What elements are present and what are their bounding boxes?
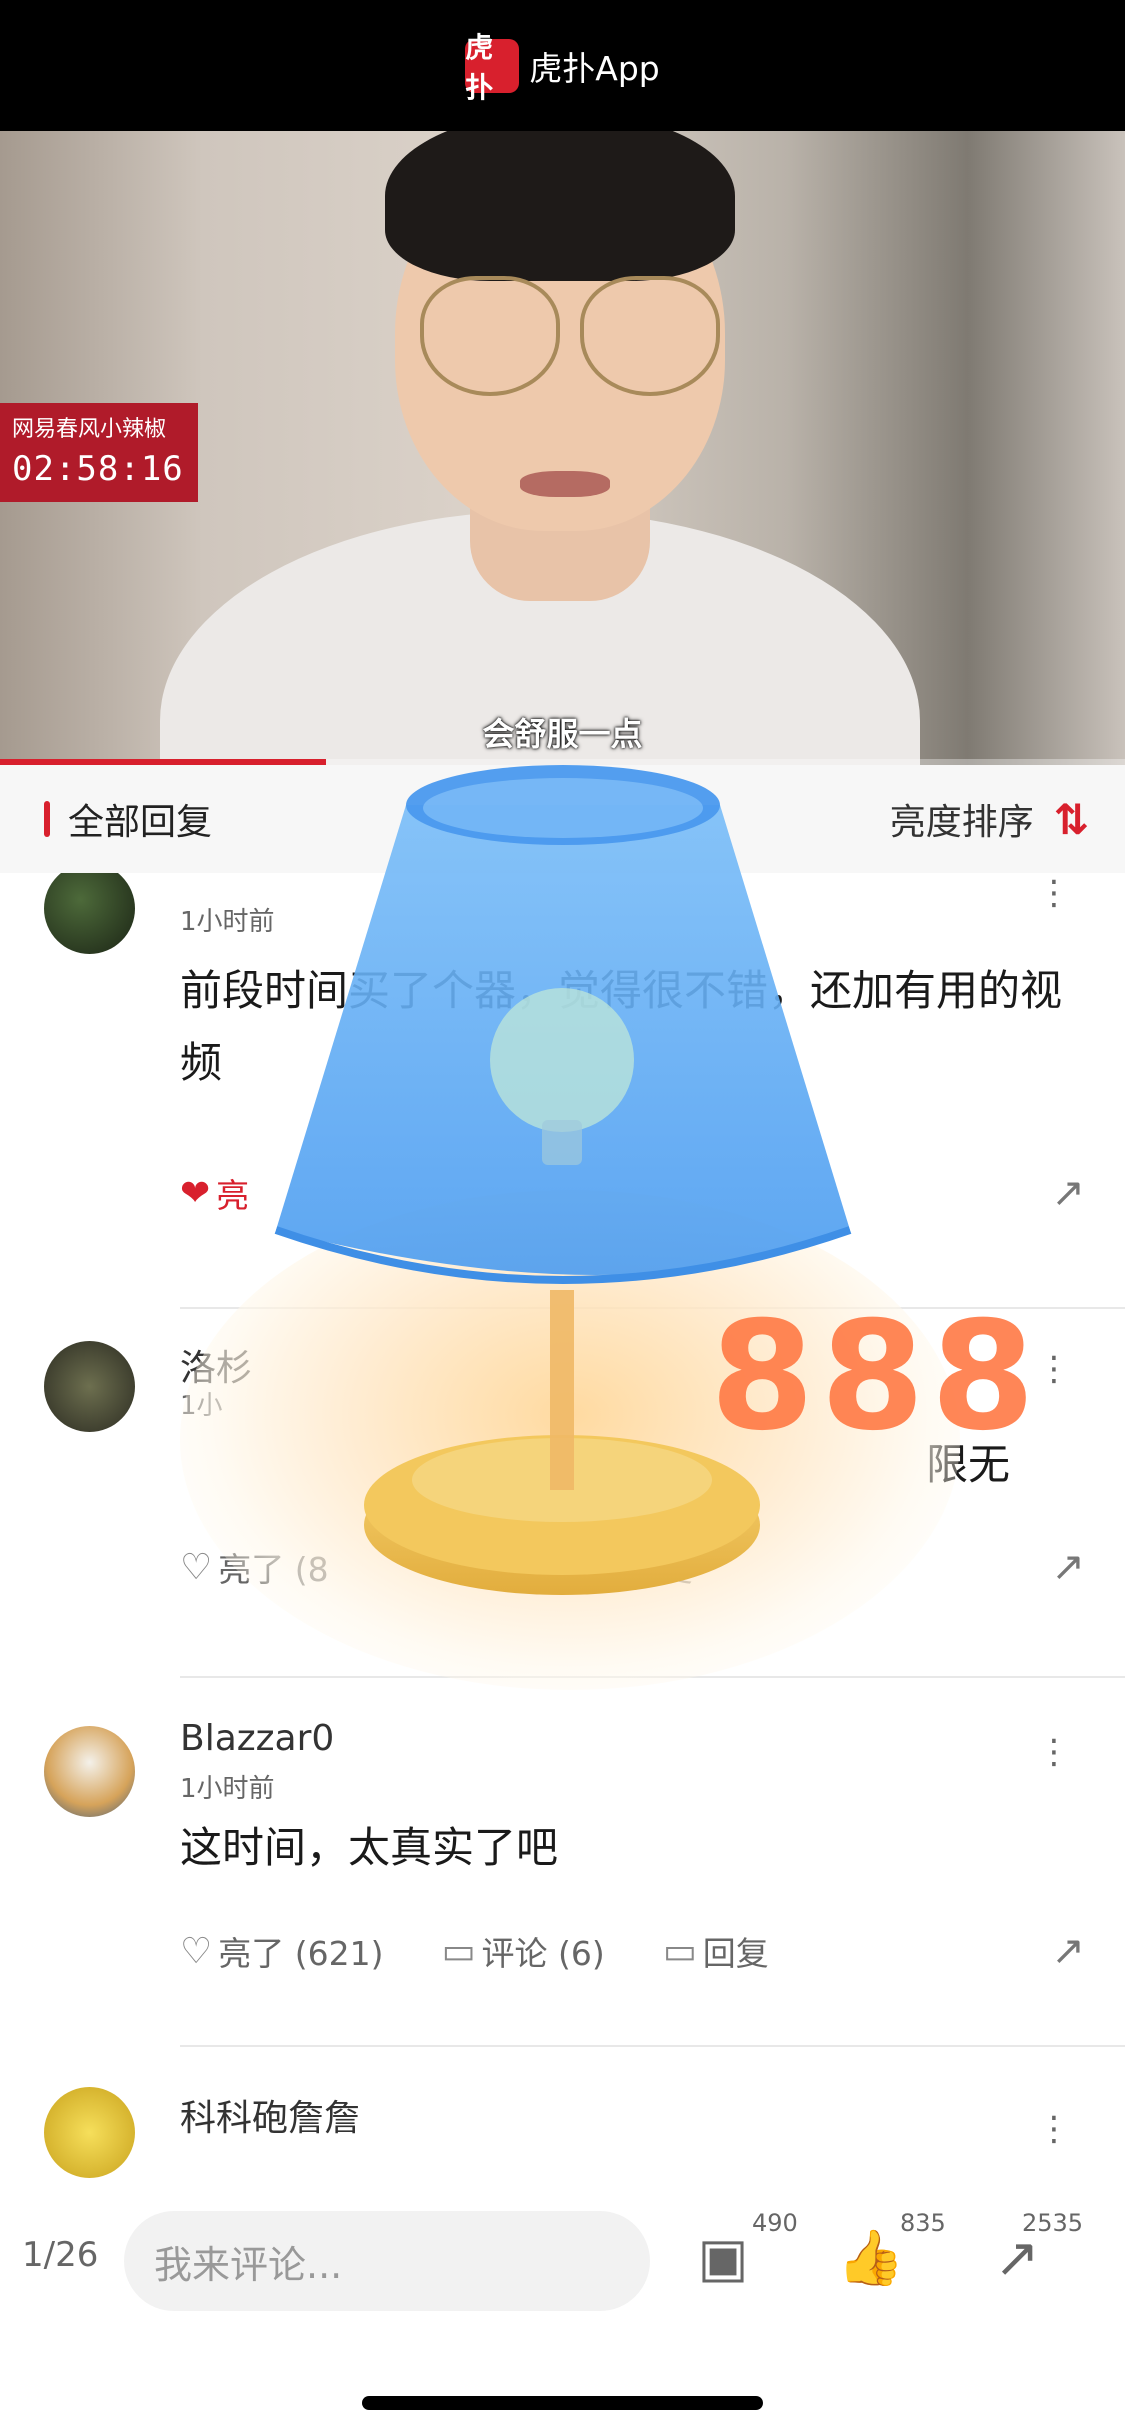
section-accent-bar: [44, 801, 50, 837]
like-label: 亮了 (8: [218, 1550, 329, 1589]
comment-item: 洛杉 1小 ⋮ 限无 ♡ 亮了 (8 ▭ 回复 ↗: [0, 1309, 1125, 1609]
comments-header: 全部回复 亮度排序 ⇅: [0, 765, 1125, 873]
video-frame-glasses-left: [420, 276, 560, 396]
comment-item: Blazzar0 1小时前 ⋮ 这时间，太真实了吧 ♡ 亮了 (621) ▭ 评…: [0, 1678, 1125, 2038]
comment-username[interactable]: 科科砲詹詹: [180, 2089, 360, 2141]
hupu-logo: 虎扑: [465, 31, 520, 104]
heart-outline-icon: ♡: [180, 1930, 213, 1972]
app-title: 虎扑App: [529, 48, 660, 88]
bottom-bar: 1/26 我来评论... ▣ 490 👍 835 ↗ 2535: [0, 2183, 1125, 2333]
comments-count: 490: [752, 2209, 798, 2237]
reply-button[interactable]: ▭ 回复: [587, 1543, 693, 1591]
like-button[interactable]: ♡ 亮了 (8: [180, 1543, 329, 1591]
page-indicator: 1/26: [22, 2235, 99, 2275]
home-indicator[interactable]: [362, 2396, 763, 2410]
comment-item: 科科砲詹詹 ⋮: [0, 2047, 1125, 2183]
user-avatar[interactable]: [44, 1341, 135, 1432]
video-frame-mouth: [520, 471, 610, 497]
video-frame-glasses-right: [580, 276, 720, 396]
heart-icon: ❤: [180, 1172, 211, 1214]
comment-username[interactable]: 洛杉: [180, 1339, 252, 1391]
video-timestamp: 02:58:16: [12, 449, 184, 489]
reply-bubble-icon: ▭: [586, 1546, 621, 1588]
thumbs-up-icon: 👍: [837, 2226, 905, 2289]
like-label: 亮: [216, 1176, 250, 1215]
video-frame-hair: [385, 131, 735, 281]
more-options-icon[interactable]: ⋮: [1037, 1732, 1071, 1772]
more-options-icon[interactable]: ⋮: [1037, 1349, 1071, 1389]
comment-time: 1小时前: [180, 907, 275, 937]
comment-bubble-icon: ▭: [441, 1930, 476, 1972]
reply-button[interactable]: ▭ 回复: [663, 1927, 769, 1975]
comment-text: 前段时间买了个器，觉得很不错，还加有用的视频: [180, 966, 1063, 1087]
comments-button[interactable]: ▣ 490: [688, 2209, 797, 2293]
comment-text: 这时间，太真实了吧: [180, 1823, 559, 1872]
all-replies-title: 全部回复: [68, 802, 213, 843]
comment-time: 1小: [180, 1391, 223, 1421]
user-avatar[interactable]: [44, 873, 135, 954]
share-count: 2535: [1022, 2209, 1084, 2237]
comment-button[interactable]: ▭ 评论 (6): [442, 1927, 605, 1975]
channel-name: 网易春风小辣椒: [12, 417, 167, 442]
like-count: 835: [900, 2209, 946, 2237]
like-label: 亮了 (621): [218, 1934, 384, 1973]
reply-label: 回复: [702, 1934, 769, 1973]
more-options-icon[interactable]: ⋮: [1037, 2109, 1071, 2149]
user-avatar[interactable]: [44, 2087, 135, 2178]
comment-actions: ❤ 亮 ↗: [180, 1168, 1085, 1218]
comment-time: 1小时前: [180, 1774, 275, 1804]
comment-item: 1小时前 ⋮ 前段时间买了个器，觉得很不错，还加有用的视频 ❤ 亮 ↗: [0, 873, 1125, 1216]
share-icon[interactable]: ↗: [1051, 1544, 1085, 1590]
share-button[interactable]: ↗ 2535: [982, 2209, 1083, 2293]
app-bar: 虎扑 虎扑App: [0, 0, 1125, 131]
like-thumb-button[interactable]: 👍 835: [836, 2209, 945, 2293]
brand: 虎扑 虎扑App: [465, 31, 660, 104]
comment-text: 限无: [925, 1440, 1010, 1489]
sort-arrows-icon: ⇅: [1053, 794, 1089, 844]
sort-label: 亮度排序: [889, 802, 1034, 843]
video-player[interactable]: 网易春风小辣椒 02:58:16 会舒服一点: [0, 131, 1125, 765]
comment-label: 评论 (6): [481, 1934, 605, 1973]
heart-outline-icon: ♡: [180, 1546, 213, 1588]
reply-bubble-icon: ▭: [662, 1930, 697, 1972]
channel-tag: 网易春风小辣椒 02:58:16: [0, 403, 198, 502]
like-button[interactable]: ❤ 亮: [180, 1169, 249, 1217]
comment-username[interactable]: Blazzar0: [180, 1718, 334, 1759]
comment-list[interactable]: 1小时前 ⋮ 前段时间买了个器，觉得很不错，还加有用的视频 ❤ 亮 ↗ 洛杉 1…: [0, 873, 1125, 2183]
reply-label: 回复: [626, 1550, 693, 1589]
comment-actions: ♡ 亮了 (8 ▭ 回复 ↗: [180, 1542, 1085, 1592]
comment-actions: ♡ 亮了 (621) ▭ 评论 (6) ▭ 回复 ↗: [180, 1926, 1085, 1976]
comment-input[interactable]: 我来评论...: [124, 2211, 650, 2311]
like-button[interactable]: ♡ 亮了 (621): [180, 1927, 384, 1975]
share-icon[interactable]: ↗: [1051, 1928, 1085, 1974]
user-avatar[interactable]: [44, 1726, 135, 1817]
sort-toggle[interactable]: 亮度排序 ⇅: [890, 793, 1089, 845]
video-subtitle: 会舒服一点: [482, 715, 643, 753]
comment-bubble-icon: ▣: [697, 2226, 749, 2289]
share-icon[interactable]: ↗: [1051, 1170, 1085, 1216]
more-options-icon[interactable]: ⋮: [1037, 873, 1071, 913]
